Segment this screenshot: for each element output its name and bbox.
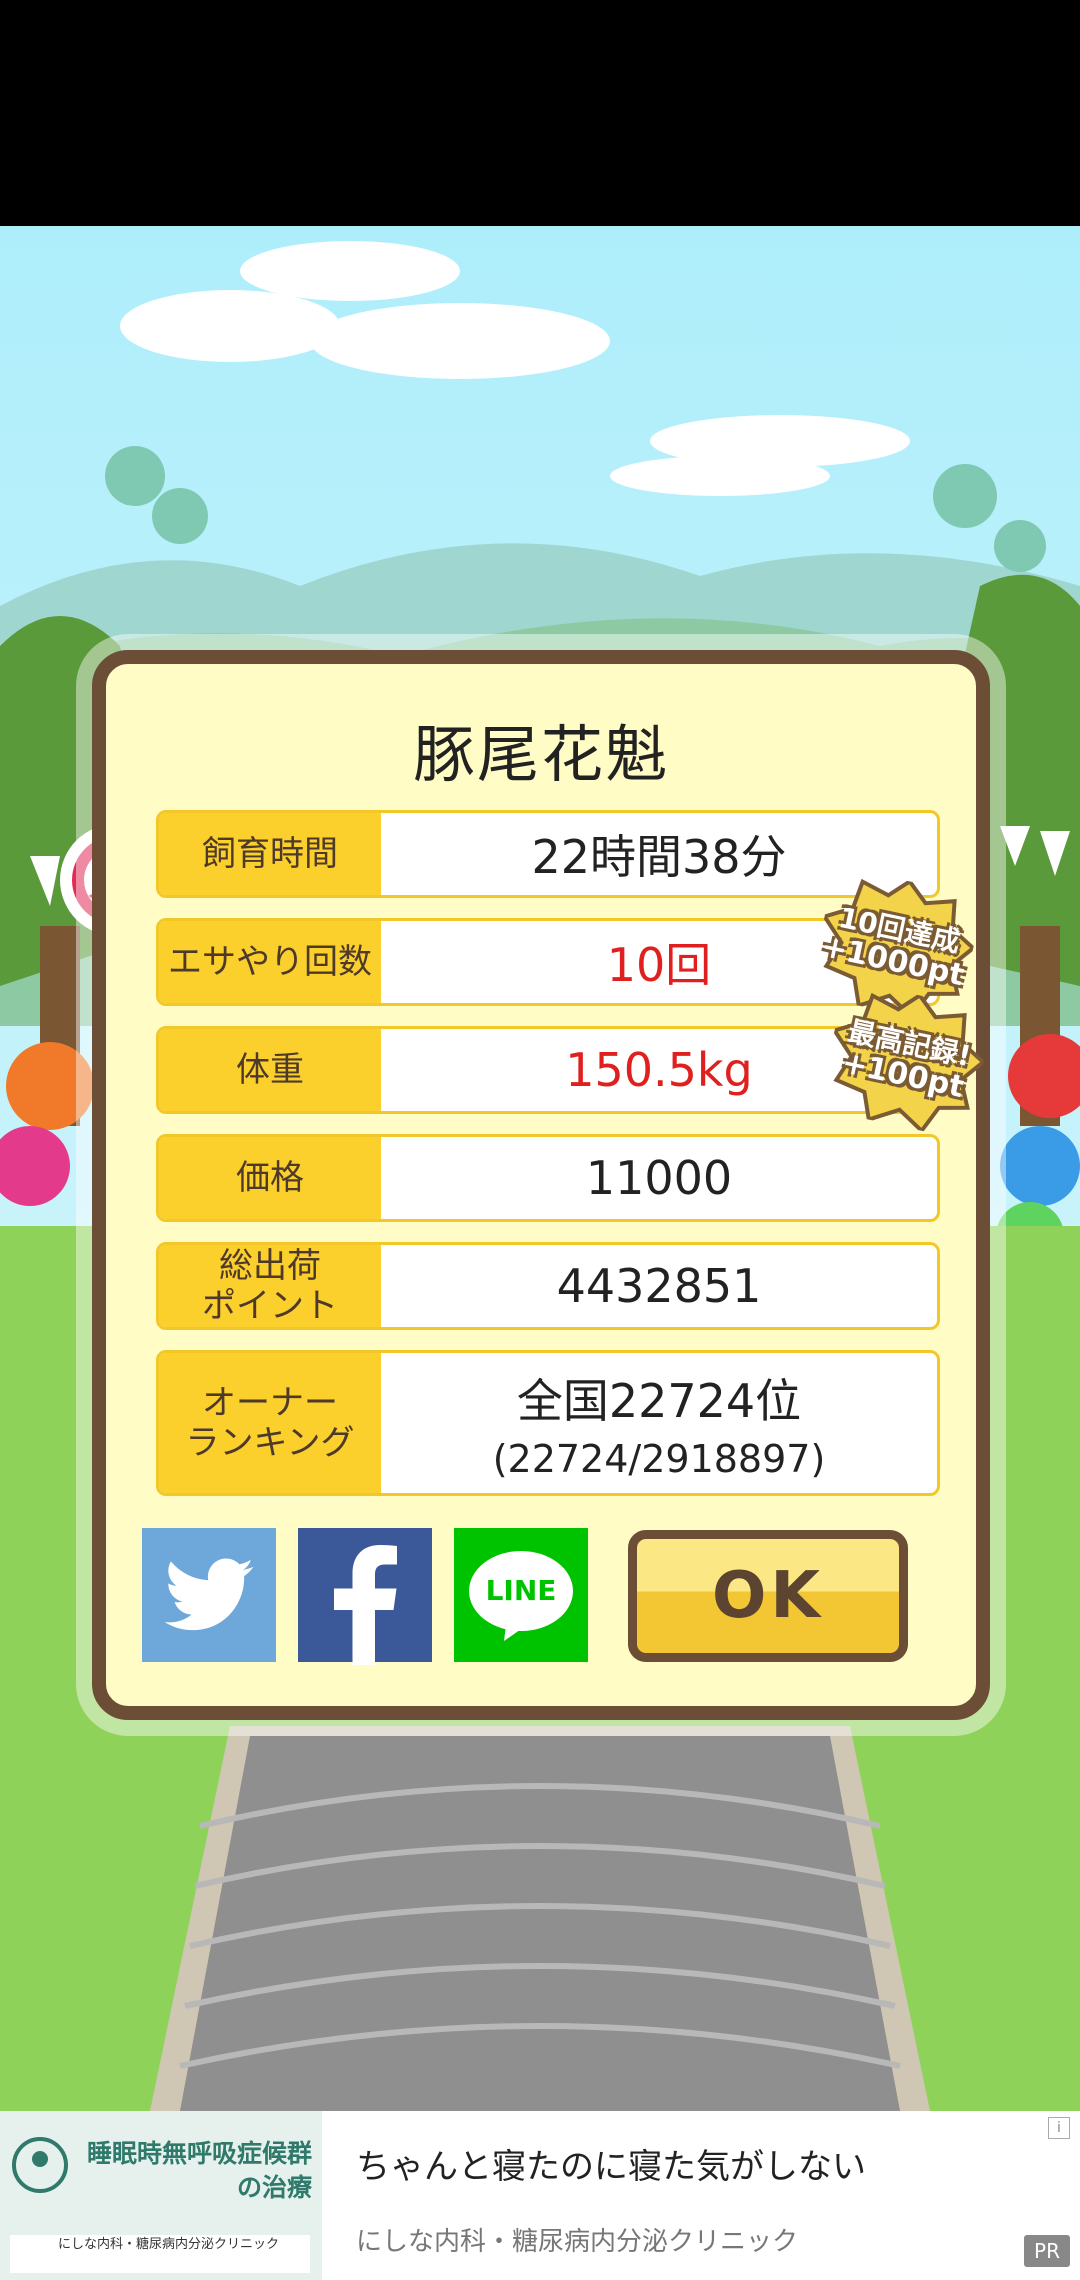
status-bar <box>0 0 1080 226</box>
ranking-value: 全国22724位 <box>516 1374 802 1428</box>
facebook-icon <box>334 1545 397 1665</box>
row-value: 11000 <box>585 1151 733 1205</box>
row-price: 価格 11000 <box>156 1134 940 1222</box>
ad-image[interactable]: 睡眠時無呼吸症候群 の治療 にしな内科・糖尿病内分泌クリニック <box>0 2111 322 2280</box>
line-share-button[interactable]: LINE <box>454 1528 588 1662</box>
row-value: 全国22724位 (22724/2918897) <box>381 1353 937 1493</box>
result-dialog: 豚尾花魁 飼育時間 22時間38分 エサやり回数 10回 体重 150.5kg … <box>92 650 990 1720</box>
row-value: 4432851 <box>556 1259 762 1313</box>
ok-button[interactable]: OK <box>628 1530 908 1662</box>
row-owner-ranking: オーナー ランキング 全国22724位 (22724/2918897) <box>156 1350 940 1496</box>
twitter-icon <box>164 1558 254 1631</box>
row-label: 飼育時間 <box>159 813 381 895</box>
row-label: 価格 <box>159 1137 381 1219</box>
ok-label: OK <box>712 1559 824 1633</box>
row-label: 総出荷 ポイント <box>159 1245 381 1327</box>
ad-headline[interactable]: ちゃんと寝たのに寝た気がしない <box>356 2139 866 2188</box>
twitter-share-button[interactable] <box>142 1528 276 1662</box>
ad-image-clinic-name: にしな内科・糖尿病内分泌クリニック <box>10 2235 310 2273</box>
ad-image-text: 睡眠時無呼吸症候群 の治療 <box>86 2139 312 2202</box>
ad-banner[interactable]: 睡眠時無呼吸症候群 の治療 にしな内科・糖尿病内分泌クリニック ちゃんと寝たのに… <box>0 2111 1080 2280</box>
ad-info-icon[interactable]: i <box>1048 2117 1070 2139</box>
clinic-logo-icon <box>12 2137 68 2193</box>
row-label: オーナー ランキング <box>159 1353 381 1493</box>
ranking-detail: (22724/2918897) <box>492 1437 826 1481</box>
row-label: 体重 <box>159 1029 381 1111</box>
ad-advertiser[interactable]: にしな内科・糖尿病内分泌クリニック <box>356 2221 798 2258</box>
dialog-title: 豚尾花魁 <box>412 718 669 791</box>
facebook-share-button[interactable] <box>298 1528 432 1665</box>
row-label: エサやり回数 <box>159 921 381 1003</box>
ad-pr-badge: PR <box>1024 2235 1070 2267</box>
line-label: LINE <box>485 1574 557 1607</box>
row-total-shipping-points: 総出荷 ポイント 4432851 <box>156 1242 940 1330</box>
row-breeding-time: 飼育時間 22時間38分 <box>156 810 940 898</box>
